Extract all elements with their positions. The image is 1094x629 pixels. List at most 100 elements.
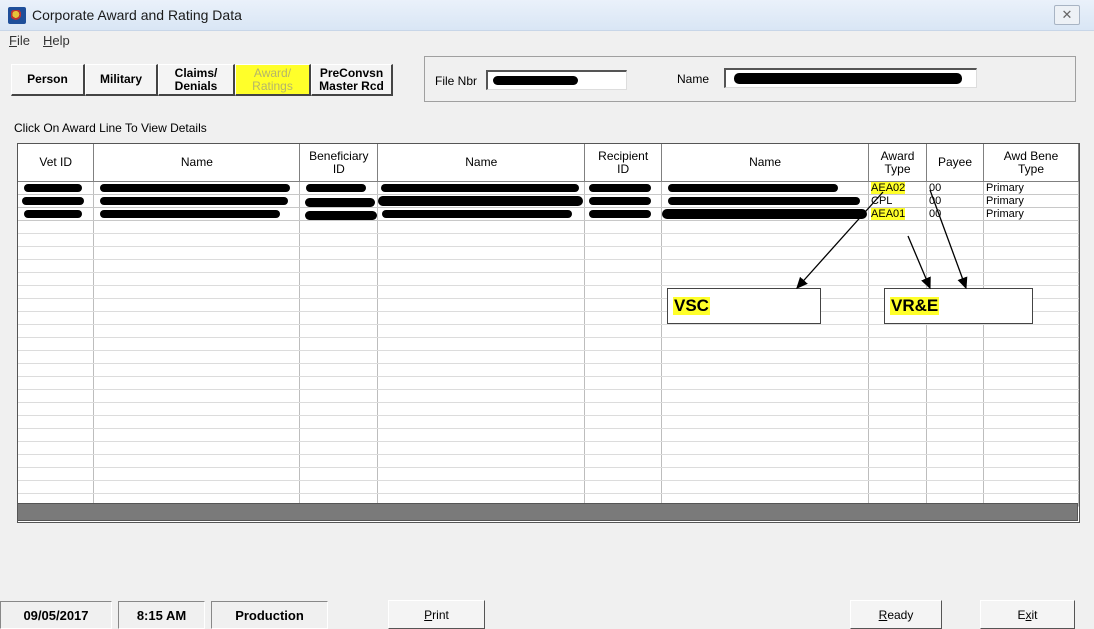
app-icon <box>8 7 26 24</box>
table-row[interactable]: CPL 00 Primary <box>18 194 1079 208</box>
award-ratings-button[interactable]: Award/ Ratings <box>235 64 311 96</box>
ready-button[interactable]: Ready <box>850 600 942 629</box>
name-field[interactable] <box>724 68 977 88</box>
vet-id-cell <box>18 207 95 221</box>
empty-row <box>18 220 1079 234</box>
empty-cell <box>661 389 870 403</box>
empty-cell <box>584 298 663 312</box>
empty-cell <box>661 324 870 338</box>
col-payee[interactable]: Payee <box>926 144 984 182</box>
empty-cell <box>584 259 663 273</box>
vet-id-cell <box>18 181 95 195</box>
empty-row <box>18 480 1079 494</box>
empty-cell <box>983 324 1079 338</box>
empty-cell <box>584 324 663 338</box>
empty-cell <box>377 428 586 442</box>
redaction <box>100 210 281 218</box>
col-beneficiary-name[interactable]: Name <box>377 144 586 182</box>
print-button[interactable]: Print <box>388 600 485 629</box>
redaction <box>305 211 377 220</box>
col-vet-name[interactable]: Name <box>93 144 301 182</box>
menu-help[interactable]: Help <box>43 33 70 48</box>
menu-file[interactable]: File <box>9 33 30 48</box>
empty-cell <box>93 454 301 468</box>
recipient-id-cell <box>584 181 663 195</box>
redaction <box>22 197 84 205</box>
empty-cell <box>584 389 663 403</box>
empty-cell <box>868 233 928 247</box>
empty-cell <box>926 415 984 429</box>
close-button[interactable]: ✕ <box>1054 5 1080 25</box>
file-nbr-field[interactable] <box>486 70 627 90</box>
empty-cell <box>584 220 663 234</box>
empty-cell <box>377 272 586 286</box>
empty-cell <box>584 233 663 247</box>
beneficiary-name-cell <box>377 194 586 208</box>
empty-cell <box>299 415 379 429</box>
empty-cell <box>18 246 95 260</box>
empty-cell <box>661 441 870 455</box>
empty-cell <box>584 350 663 364</box>
claims-denials-button[interactable]: Claims/ Denials <box>158 64 235 96</box>
empty-cell <box>868 480 928 494</box>
col-vet-id[interactable]: Vet ID <box>18 144 95 182</box>
empty-cell <box>93 233 301 247</box>
military-button[interactable]: Military <box>85 64 158 96</box>
empty-cell <box>584 363 663 377</box>
empty-cell <box>983 376 1079 390</box>
col-award-type[interactable]: Award Type <box>868 144 928 182</box>
award-grid[interactable]: Vet ID Name Beneficiary ID Name Recipien… <box>17 143 1080 523</box>
redaction <box>24 184 82 192</box>
recipient-id-cell <box>584 194 663 208</box>
empty-cell <box>926 233 984 247</box>
beneficiary-name-cell <box>377 181 586 195</box>
table-row[interactable]: AEA02 00 Primary <box>18 181 1079 195</box>
bene-type-cell: Primary <box>983 194 1079 208</box>
empty-row <box>18 402 1079 416</box>
vre-callout: VR&E <box>884 288 1033 324</box>
empty-cell <box>926 363 984 377</box>
menu-bar: File Help <box>0 30 1094 50</box>
empty-cell <box>926 272 984 286</box>
recipient-name-cell <box>661 207 870 221</box>
payee-cell: 00 <box>926 181 984 195</box>
empty-cell <box>18 220 95 234</box>
empty-cell <box>868 402 928 416</box>
file-nbr-label: File Nbr <box>435 74 478 88</box>
empty-cell <box>868 272 928 286</box>
preconvsn-master-rcd-button[interactable]: PreConvsn Master Rcd <box>311 64 393 96</box>
col-awd-bene-type[interactable]: Awd Bene Type <box>983 144 1079 182</box>
redaction <box>493 76 578 85</box>
empty-cell <box>584 337 663 351</box>
empty-cell <box>584 246 663 260</box>
table-row[interactable]: AEA01 00 Primary <box>18 207 1079 221</box>
redaction <box>24 210 82 218</box>
vsc-callout: VSC <box>667 288 821 324</box>
empty-row <box>18 350 1079 364</box>
empty-cell <box>299 454 379 468</box>
exit-button[interactable]: Ex it <box>980 600 1075 629</box>
empty-cell <box>93 402 301 416</box>
person-button[interactable]: Person <box>11 64 85 96</box>
empty-cell <box>868 363 928 377</box>
empty-cell <box>868 220 928 234</box>
empty-cell <box>983 350 1079 364</box>
empty-cell <box>93 298 301 312</box>
vet-id-cell <box>18 194 95 208</box>
empty-cell <box>661 337 870 351</box>
empty-cell <box>926 324 984 338</box>
empty-cell <box>926 376 984 390</box>
empty-row <box>18 324 1079 338</box>
empty-cell <box>926 428 984 442</box>
status-environment: Production <box>211 601 328 629</box>
empty-cell <box>584 285 663 299</box>
col-beneficiary-id[interactable]: Beneficiary ID <box>299 144 379 182</box>
col-recipient-name[interactable]: Name <box>661 144 870 182</box>
redaction <box>100 197 289 205</box>
beneficiary-name-cell <box>377 207 586 221</box>
vsc-label: VSC <box>673 296 710 315</box>
instruction-text: Click On Award Line To View Details <box>14 121 207 135</box>
col-recipient-id[interactable]: Recipient ID <box>584 144 663 182</box>
empty-cell <box>93 246 301 260</box>
empty-cell <box>661 220 870 234</box>
